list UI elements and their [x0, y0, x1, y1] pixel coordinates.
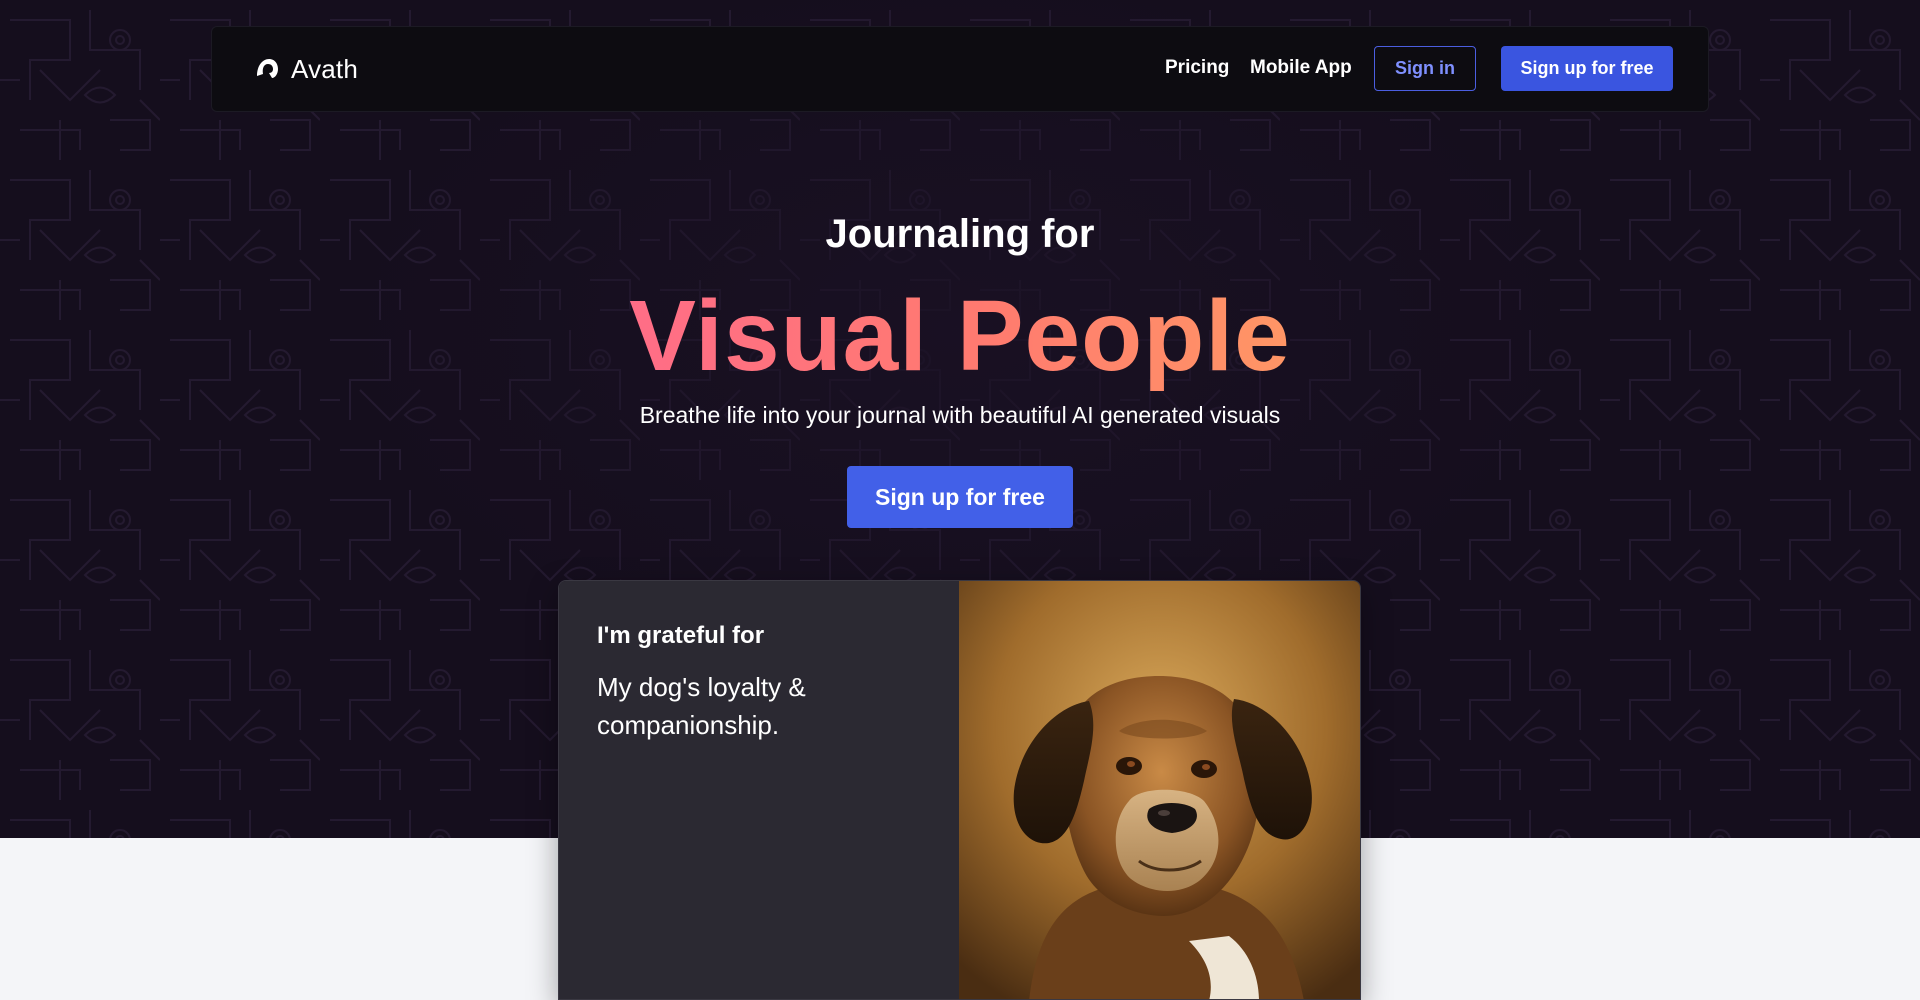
journal-prompt: I'm grateful for [597, 622, 765, 649]
top-navbar: Avath Pricing Mobile App Sign in Sign up… [211, 26, 1709, 112]
journal-preview-card: I'm grateful for My dog's loyalty & comp… [558, 580, 1361, 1000]
brand-logo[interactable]: Avath [254, 51, 358, 87]
hero-headline: Visual People [0, 276, 1920, 396]
journal-entry-panel: I'm grateful for My dog's loyalty & comp… [559, 581, 960, 999]
journal-entry-line-2: companionship. [597, 710, 780, 740]
brand-name: Avath [291, 53, 359, 84]
hero-sign-up-button[interactable]: Sign up for free [847, 466, 1073, 528]
nav-link-mobile-app[interactable]: Mobile App [1250, 57, 1352, 79]
dog-portrait-image [959, 581, 1360, 999]
hero-eyebrow: Journaling for [825, 212, 1095, 256]
nav-sign-up-button[interactable]: Sign up for free [1501, 46, 1673, 91]
hero-headline-text: Visual People [629, 280, 1291, 392]
journal-entry-line-1: My dog's loyalty & [597, 672, 806, 702]
sign-in-button[interactable]: Sign in [1374, 46, 1476, 91]
generated-image-panel [959, 581, 1360, 999]
nav-link-pricing[interactable]: Pricing [1165, 57, 1229, 79]
avath-logo-icon [257, 59, 278, 78]
hero-subtitle: Breathe life into your journal with beau… [639, 402, 1281, 428]
